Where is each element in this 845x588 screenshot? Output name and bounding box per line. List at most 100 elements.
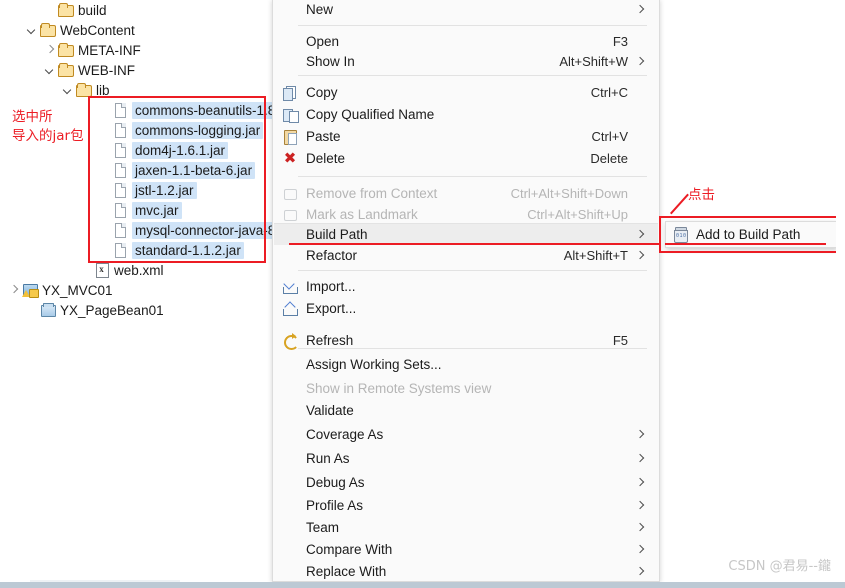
menu-item-label: Copy Qualified Name xyxy=(306,107,435,122)
project-icon xyxy=(40,302,56,318)
submenu-chevron-right-icon xyxy=(637,231,645,239)
tree-item-label: YX_MVC01 xyxy=(42,282,113,298)
chevron-right-icon[interactable] xyxy=(8,284,21,297)
warning-badge-icon xyxy=(22,290,30,297)
menu-item-label: Build Path xyxy=(306,227,368,242)
menu-item-label: Paste xyxy=(306,129,341,144)
tree-item[interactable]: META-INF xyxy=(44,40,141,60)
menu-item[interactable]: Show In Alt+Shift+W xyxy=(274,51,658,72)
screenshot-root: build WebContent META-INF WEB-INF lib commons… xyxy=(0,0,845,588)
menu-item-shortcut: Ctrl+V xyxy=(591,129,628,144)
menu-separator xyxy=(298,25,647,26)
menu-item: Remove from Context Ctrl+Alt+Shift+Down xyxy=(274,183,658,204)
tree-item-label: YX_PageBean01 xyxy=(60,302,164,318)
submenu-chevron-right-icon xyxy=(637,455,645,463)
menu-item: Show in Remote Systems view xyxy=(274,378,658,399)
menu-item[interactable]: Build Path xyxy=(274,223,658,245)
paste-icon xyxy=(282,129,298,145)
menu-item[interactable]: Replace With xyxy=(274,561,658,582)
copy-icon xyxy=(282,85,298,101)
menu-item[interactable]: ✖ Delete Delete xyxy=(274,148,658,169)
menu-item-label: Profile As xyxy=(306,498,364,513)
tree-item[interactable]: YX_MVC01 xyxy=(8,280,113,300)
menu-item-label: Remove from Context xyxy=(306,186,438,201)
xml-icon-letter: x xyxy=(99,264,104,274)
tree-item-label: META-INF xyxy=(78,42,141,58)
menu-item-label: Mark as Landmark xyxy=(306,207,418,222)
menu-item[interactable]: Open F3 xyxy=(274,31,658,52)
submenu-chevron-right-icon xyxy=(637,524,645,532)
project-explorer-tree[interactable]: build WebContent META-INF WEB-INF lib commons… xyxy=(0,0,328,583)
menu-separator xyxy=(298,176,647,177)
menu-item-label: New xyxy=(306,2,334,17)
tree-item-label: build xyxy=(78,2,107,18)
menu-item-shortcut: Alt+Shift+T xyxy=(563,248,628,263)
folder-icon xyxy=(58,42,74,58)
csdn-watermark: CSDN @君易--鑨 xyxy=(728,559,831,574)
chevron-down-icon[interactable] xyxy=(26,24,39,37)
tree-item-label: web.xml xyxy=(114,262,164,278)
menu-item[interactable]: Debug As xyxy=(274,472,658,493)
tree-item[interactable]: YX_PageBean01 xyxy=(26,300,164,320)
chevron-down-icon[interactable] xyxy=(62,84,75,97)
menu-item-label: Open xyxy=(306,34,340,49)
submenu-chevron-right-icon xyxy=(637,58,645,66)
menu-item-shortcut: Delete xyxy=(590,151,628,166)
menu-item[interactable]: Compare With xyxy=(274,539,658,560)
menu-item-label: Debug As xyxy=(306,475,365,490)
folder-icon xyxy=(58,2,74,18)
menu-item[interactable]: Paste Ctrl+V xyxy=(274,126,658,147)
menu-separator xyxy=(298,270,647,271)
menu-item[interactable]: Copy Ctrl+C xyxy=(274,82,658,103)
selected-jars-highlight-box xyxy=(88,96,266,263)
menu-item-shortcut: F5 xyxy=(612,333,628,348)
menu-item[interactable]: Copy Qualified Name xyxy=(274,104,658,125)
add-to-build-path-underline xyxy=(665,243,826,245)
menu-item-label: Show In xyxy=(306,54,355,69)
chevron-right-icon[interactable] xyxy=(44,44,57,57)
annotation-click: 点击 xyxy=(688,187,715,203)
menu-item[interactable]: Import... xyxy=(274,276,658,297)
menu-item-label: Copy xyxy=(306,85,338,100)
menu-item[interactable]: Export... xyxy=(274,298,658,319)
tree-item[interactable]: x web.xml xyxy=(80,260,164,280)
menu-item[interactable]: Profile As xyxy=(274,495,658,516)
menu-item-label: Show in Remote Systems view xyxy=(306,381,492,396)
menu-item-shortcut: F3 xyxy=(612,34,628,49)
submenu-chevron-right-icon xyxy=(637,6,645,14)
tree-item[interactable]: WEB-INF xyxy=(44,60,135,80)
submenu-chevron-right-icon xyxy=(637,479,645,487)
menu-separator xyxy=(298,348,647,349)
import-icon xyxy=(282,279,298,295)
menu-item-label: Run As xyxy=(306,451,350,466)
menu-item-label: Team xyxy=(306,520,340,535)
tree-item[interactable]: WebContent xyxy=(26,20,135,40)
submenu-chevron-right-icon xyxy=(637,431,645,439)
annotation-select-jars-line2: 导入的jar包 xyxy=(12,128,84,144)
tree-item[interactable]: build xyxy=(44,0,107,20)
annotation-click-arrow xyxy=(670,193,689,215)
menu-item-label: Refactor xyxy=(306,248,358,263)
menu-item[interactable]: Refactor Alt+Shift+T xyxy=(274,245,658,266)
menu-item[interactable]: Assign Working Sets... xyxy=(274,354,658,375)
menu-item-label: Validate xyxy=(306,403,354,418)
menu-item: Mark as Landmark Ctrl+Alt+Shift+Up xyxy=(274,204,658,225)
menu-item[interactable]: Validate xyxy=(274,400,658,421)
chevron-down-icon[interactable] xyxy=(44,64,57,77)
menu-item[interactable]: Run As xyxy=(274,448,658,469)
build-path-underline xyxy=(289,243,661,245)
menu-item[interactable]: Coverage As xyxy=(274,424,658,445)
menu-item[interactable]: Team xyxy=(274,517,658,538)
menu-item-label: Export... xyxy=(306,301,357,316)
menu-item-label: Coverage As xyxy=(306,427,384,442)
landmark-icon xyxy=(282,207,298,223)
menu-item-shortcut: Ctrl+C xyxy=(590,85,628,100)
context-menu[interactable]: New Open F3 Show In Alt+Shift+W Copy Ctrl+C Cop… xyxy=(272,0,660,582)
annotation-select-jars: 选中所 导入的jar包 xyxy=(12,108,84,146)
menu-item[interactable]: New xyxy=(274,0,658,20)
menu-item-label: Refresh xyxy=(306,333,354,348)
remove-context-icon xyxy=(282,186,298,202)
